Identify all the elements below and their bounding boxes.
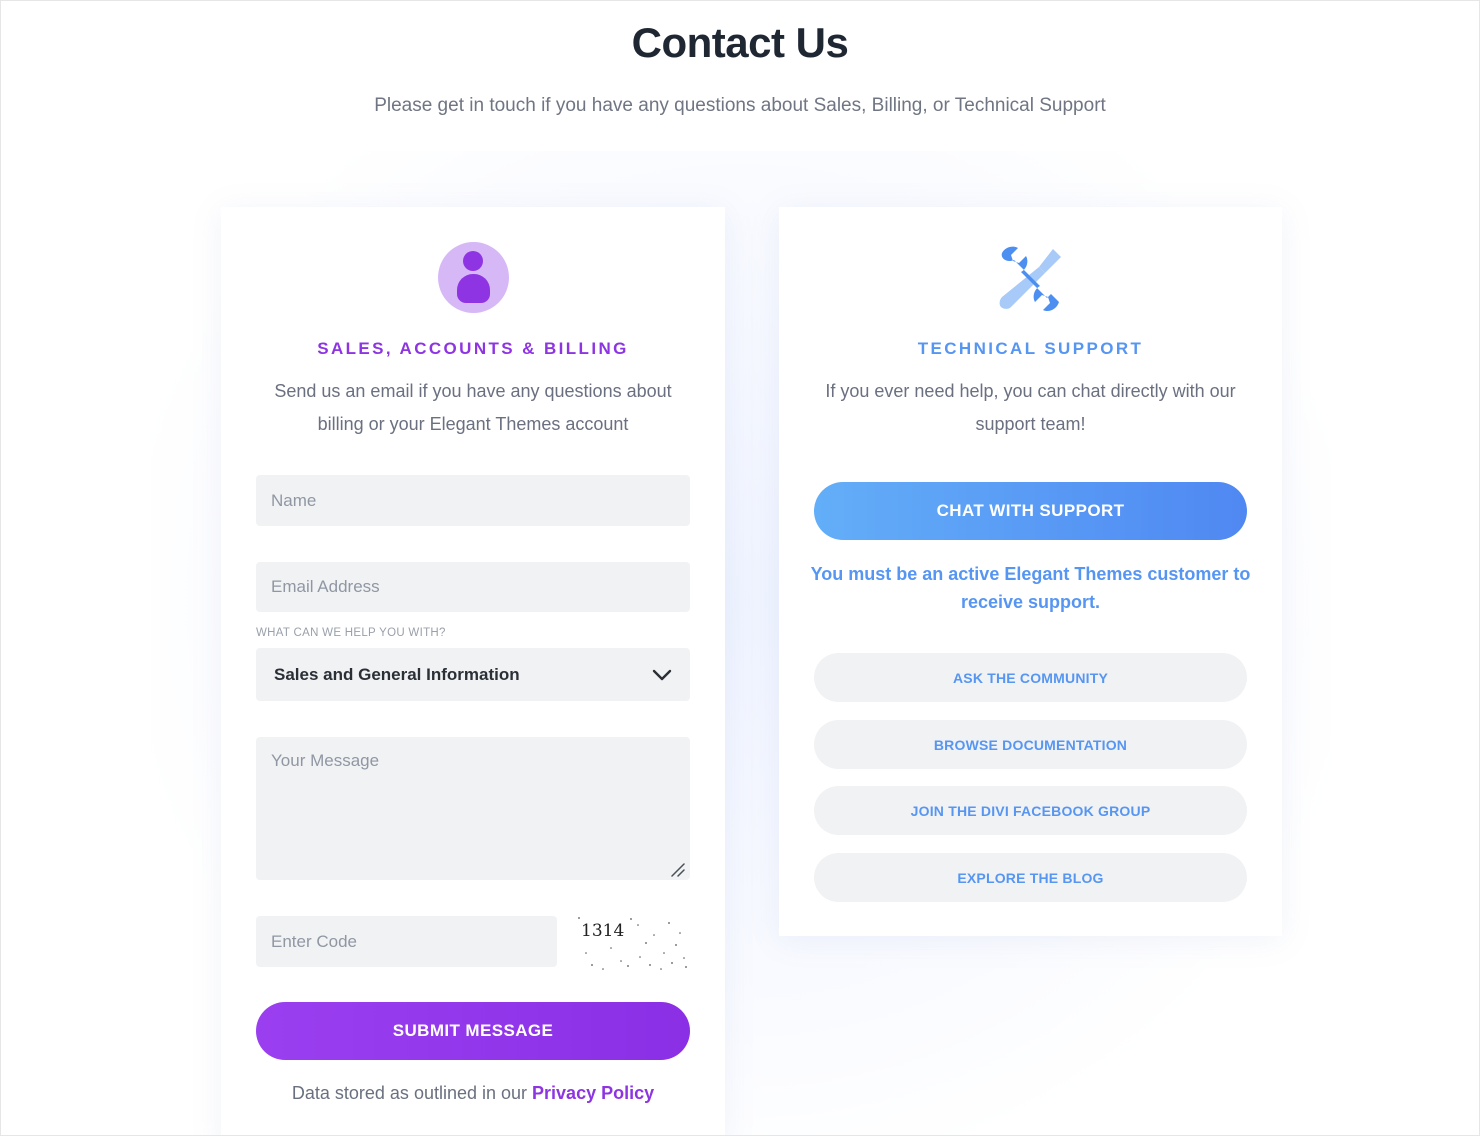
submit-message-button[interactable]: SUBMIT MESSAGE bbox=[256, 1002, 690, 1060]
support-title: TECHNICAL SUPPORT bbox=[917, 339, 1144, 358]
privacy-policy-link[interactable]: Privacy Policy bbox=[532, 1083, 654, 1103]
sales-description: Send us an email if you have any questio… bbox=[274, 381, 672, 434]
user-icon-head bbox=[463, 251, 483, 271]
support-notice: You must be an active Elegant Themes cus… bbox=[810, 564, 1251, 612]
user-icon bbox=[438, 242, 509, 313]
contact-page: Contact Us Please get in touch if you ha… bbox=[0, 0, 1480, 1136]
page-subtitle: Please get in touch if you have any ques… bbox=[374, 95, 1106, 116]
explore-blog-button[interactable]: EXPLORE THE BLOG bbox=[814, 853, 1247, 902]
help-topic-select[interactable]: Sales and General Information bbox=[256, 648, 690, 701]
privacy-note: Data stored as outlined in our Privacy P… bbox=[221, 1083, 725, 1104]
help-topic-label: WHAT CAN WE HELP YOU WITH? bbox=[256, 627, 446, 639]
sales-title: SALES, ACCOUNTS & BILLING bbox=[317, 339, 629, 358]
support-card: TECHNICAL SUPPORT If you ever need help,… bbox=[779, 207, 1282, 936]
user-icon-body bbox=[457, 274, 490, 303]
chevron-down-icon bbox=[652, 669, 672, 680]
captcha-code-field[interactable] bbox=[256, 916, 557, 967]
message-field[interactable] bbox=[256, 737, 690, 880]
privacy-note-text: Data stored as outlined in our bbox=[291, 1083, 533, 1103]
wrench-screwdriver-icon bbox=[999, 246, 1061, 312]
help-topic-selected: Sales and General Information bbox=[274, 664, 520, 684]
captcha-image: 1314 bbox=[576, 913, 691, 971]
sales-card: SALES, ACCOUNTS & BILLING Send us an ema… bbox=[221, 207, 725, 1135]
resize-grip-icon[interactable] bbox=[669, 861, 685, 877]
facebook-group-button[interactable]: JOIN THE DIVI FACEBOOK GROUP bbox=[814, 786, 1247, 835]
captcha-noise bbox=[578, 917, 687, 970]
browse-documentation-button[interactable]: BROWSE DOCUMENTATION bbox=[814, 720, 1247, 769]
ask-community-button[interactable]: ASK THE COMMUNITY bbox=[814, 653, 1247, 702]
email-field[interactable] bbox=[256, 562, 690, 612]
page-title: Contact Us bbox=[631, 19, 849, 66]
support-description: If you ever need help, you can chat dire… bbox=[825, 381, 1236, 434]
chat-with-support-button[interactable]: CHAT WITH SUPPORT bbox=[814, 482, 1247, 540]
name-field[interactable] bbox=[256, 475, 690, 526]
